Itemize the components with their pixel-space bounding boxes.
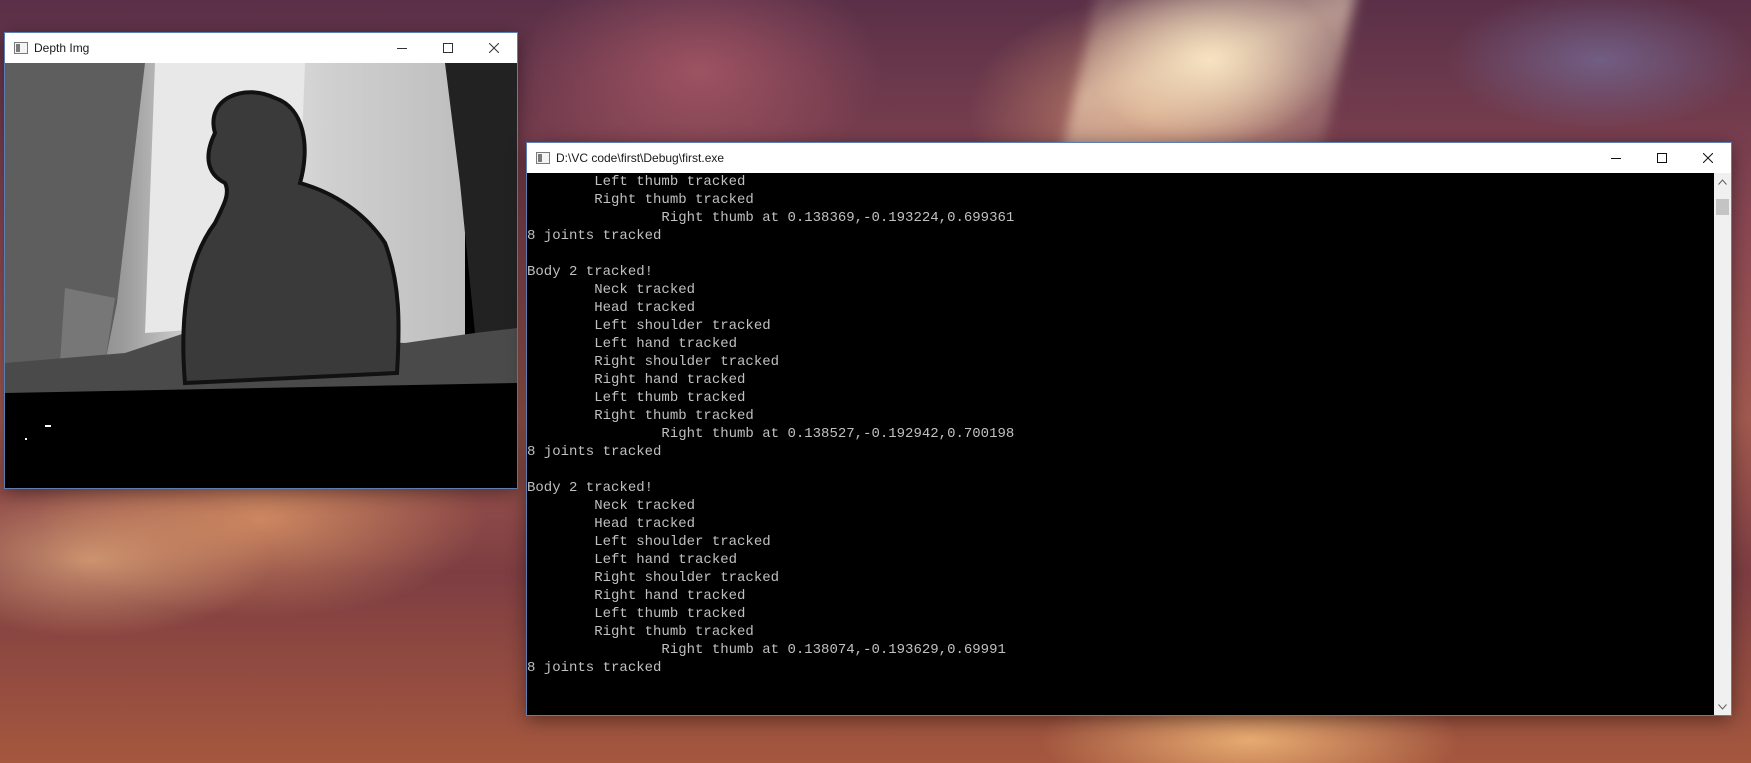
console-line: Body 2 tracked! (527, 264, 654, 280)
console-output[interactable]: Left thumb tracked Right thumb tracked R… (527, 173, 1714, 715)
console-line: Right thumb at 0.138074,-0.193629,0.6999… (527, 642, 1006, 658)
scroll-down-arrow-icon[interactable] (1714, 698, 1731, 715)
console-line: Body 2 tracked! (527, 480, 654, 496)
depth-window-controls (379, 33, 517, 62)
console-window[interactable]: D:\VC code\first\Debug\first.exe Left th… (527, 143, 1731, 715)
console-line: Right thumb tracked (527, 408, 754, 424)
console-line: Head tracked (527, 300, 696, 316)
console-window-controls (1593, 143, 1731, 172)
console-line: Right hand tracked (527, 372, 746, 388)
window-app-icon (14, 41, 28, 54)
console-line: Neck tracked (527, 498, 696, 514)
depth-window-title: Depth Img (34, 40, 90, 55)
maximize-icon[interactable] (1639, 143, 1685, 172)
desktop-wallpaper: Depth Img D:\VC code\first\Debug\first.e… (0, 0, 1751, 763)
console-line: Left hand tracked (527, 336, 738, 352)
console-line: Left thumb tracked (527, 174, 746, 190)
depth-image (5, 63, 517, 488)
console-window-title: D:\VC code\first\Debug\first.exe (556, 150, 725, 165)
console-line: 8 joints tracked (527, 228, 662, 244)
close-icon[interactable] (471, 33, 517, 62)
console-window-titlebar[interactable]: D:\VC code\first\Debug\first.exe (527, 143, 1731, 172)
console-line: Head tracked (527, 516, 696, 532)
console-text: Left thumb tracked Right thumb tracked R… (527, 173, 1714, 677)
console-line: Left shoulder tracked (527, 534, 771, 550)
scroll-up-arrow-icon[interactable] (1714, 173, 1731, 190)
console-line: Right hand tracked (527, 588, 746, 604)
depth-img-window[interactable]: Depth Img (5, 33, 517, 488)
minimize-icon[interactable] (1593, 143, 1639, 172)
console-line: Right thumb at 0.138527,-0.192942,0.7001… (527, 426, 1015, 442)
console-line: Left thumb tracked (527, 390, 746, 406)
maximize-icon[interactable] (425, 33, 471, 62)
console-line: Left hand tracked (527, 552, 738, 568)
console-line: Right thumb at 0.138369,-0.193224,0.6993… (527, 210, 1015, 226)
console-line: 8 joints tracked (527, 444, 662, 460)
depth-window-titlebar[interactable]: Depth Img (5, 33, 517, 62)
console-line: Left thumb tracked (527, 606, 746, 622)
minimize-icon[interactable] (379, 33, 425, 62)
console-line: 8 joints tracked (527, 660, 662, 676)
console-line: Right thumb tracked (527, 624, 754, 640)
console-line: Right thumb tracked (527, 192, 754, 208)
console-line: Right shoulder tracked (527, 570, 780, 586)
console-app-icon (536, 151, 550, 164)
close-icon[interactable] (1685, 143, 1731, 172)
console-line: Left shoulder tracked (527, 318, 771, 334)
scroll-thumb[interactable] (1716, 199, 1729, 215)
console-scrollbar[interactable] (1714, 173, 1731, 715)
console-line: Right shoulder tracked (527, 354, 780, 370)
depth-image-view (5, 63, 517, 488)
console-line: Neck tracked (527, 282, 696, 298)
